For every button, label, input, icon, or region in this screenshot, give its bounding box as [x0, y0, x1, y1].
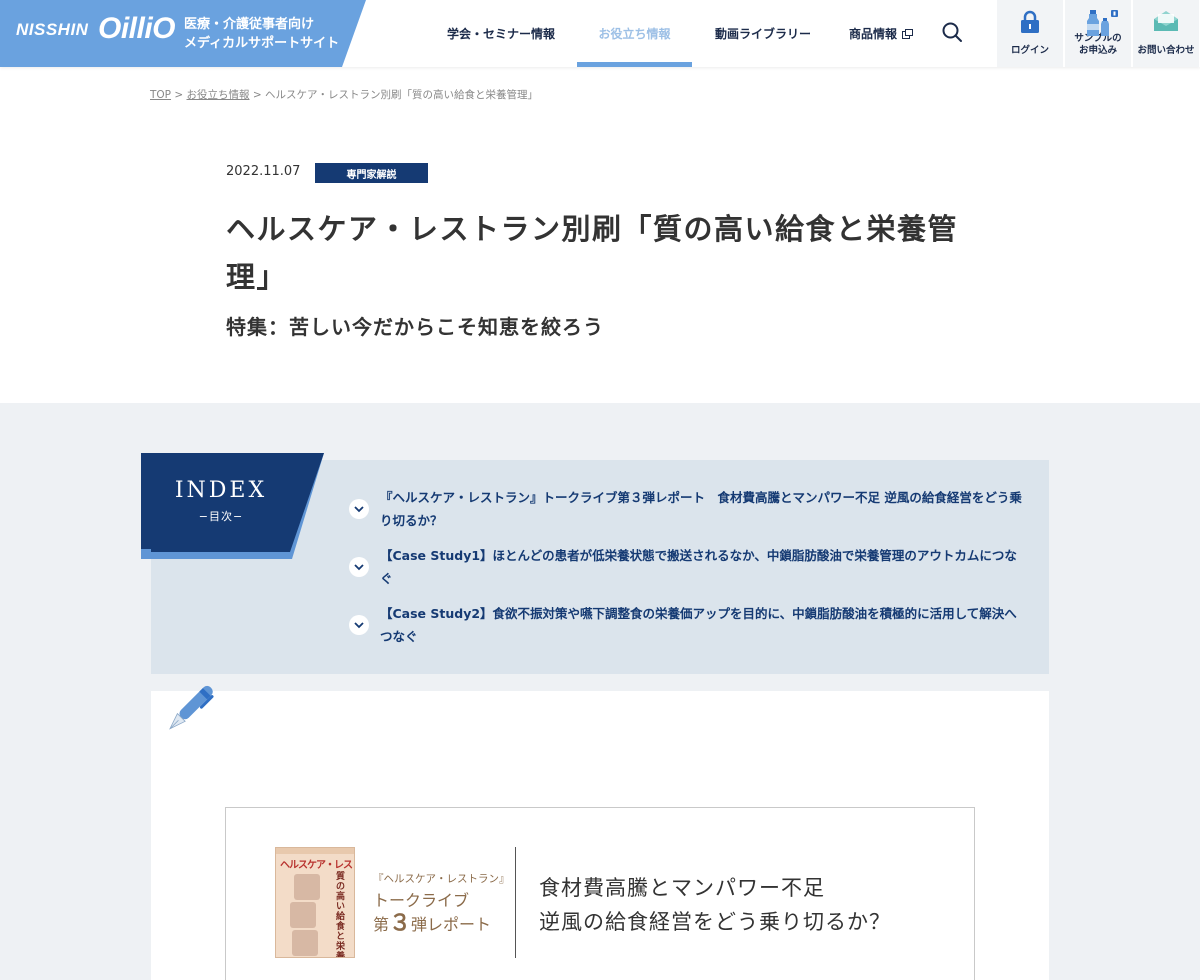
- pen-icon: [169, 685, 214, 730]
- lock-icon: [1021, 10, 1039, 33]
- feature-num-pre: 第: [373, 915, 390, 934]
- mail-icon: [1154, 11, 1178, 31]
- chevron-down-icon: [349, 499, 369, 519]
- logo-nisshin-text: NISSHIN: [16, 20, 89, 39]
- contact-label: お問い合わせ: [1137, 45, 1195, 56]
- sample-label-2: お申込み: [1078, 45, 1117, 56]
- index-item-label: 【Case Study1】ほとんどの患者が低栄養状態で搬送されるなか、中鎖脂肪酸…: [380, 548, 1017, 586]
- breadcrumb-current: ヘルスケア・レストラン別刷「質の高い給食と栄養管理」: [264, 89, 538, 101]
- feature-series-label: 『ヘルスケア・レストラン』: [373, 873, 510, 885]
- search-icon[interactable]: [940, 20, 964, 44]
- feature-talk-live-line1: トークライブ: [373, 891, 470, 910]
- article-date: 2022.11.07: [226, 164, 301, 179]
- breadcrumb-sep: >: [171, 89, 187, 101]
- magazine-vertical-title: 質の高い給食と栄養管理: [336, 872, 346, 958]
- feature-num-post: 弾レポート: [411, 915, 492, 934]
- nav-video-library[interactable]: 動画ライブラリー: [692, 0, 834, 67]
- page-title: ヘルスケア・レストラン別刷「質の高い給食と栄養管理」: [226, 212, 959, 294]
- index-item-label: 【Case Study2】食欲不振対策や嚥下調整食の栄養価アップを目的に、中鎖脂…: [380, 606, 1017, 644]
- magazine-title: ヘルスケア・レストラン: [280, 860, 354, 871]
- magazine-photo: [292, 930, 318, 956]
- contact-button[interactable]: お問い合わせ: [1133, 0, 1199, 67]
- nav-products[interactable]: 商品情報: [834, 0, 928, 67]
- page-subtitle: 特集：苦しい今だからこそ知恵を絞ろう: [226, 315, 604, 339]
- sample-request-button[interactable]: サンプルの お申込み: [1065, 0, 1131, 67]
- breadcrumb: TOP > お役立ち情報 > ヘルスケア・レストラン別刷「質の高い給食と栄養管理…: [150, 87, 538, 102]
- breadcrumb-sep: >: [249, 89, 265, 101]
- chevron-down-icon: [349, 557, 369, 577]
- site-header: NISSHIN OilliO 医療・介護従事者向け メディカルサポートサイト 学…: [0, 0, 1200, 67]
- main-nav: 学会・セミナー情報 お役立ち情報 動画ライブラリー 商品情報: [425, 0, 928, 67]
- index-item-label: 『ヘルスケア・レストラン』トークライブ第３弾レポート 食材費高騰とマンパワー不足…: [380, 490, 1022, 528]
- index-subtitle: −目次−: [198, 510, 244, 523]
- feature-talk-live: トークライブ 第３弾レポート: [373, 889, 491, 936]
- breadcrumb-top[interactable]: TOP: [150, 89, 171, 101]
- breadcrumb-parent[interactable]: お役立ち情報: [187, 89, 250, 101]
- external-link-icon: [902, 28, 913, 39]
- index-title: INDEX: [174, 478, 268, 503]
- tagline-line-2: メディカルサポートサイト: [184, 36, 340, 51]
- feature-headline: 食材費高騰とマンパワー不足 逆風の給食経営をどう乗り切るか？: [539, 871, 891, 939]
- feature-divider: [515, 847, 516, 958]
- magazine-photo: [290, 902, 316, 928]
- nav-useful-info[interactable]: お役立ち情報: [577, 0, 692, 67]
- login-button[interactable]: ログイン: [997, 0, 1063, 67]
- nav-seminar[interactable]: 学会・セミナー情報: [425, 0, 577, 67]
- feature-headline-line1: 食材費高騰とマンパワー不足: [539, 876, 825, 900]
- magazine-photo: [294, 874, 320, 900]
- index-item[interactable]: 【Case Study1】ほとんどの患者が低栄養状態で搬送されるなか、中鎖脂肪酸…: [349, 544, 1029, 590]
- site-logo[interactable]: NISSHIN OilliO 医療・介護従事者向け メディカルサポートサイト: [0, 0, 366, 67]
- index-item[interactable]: 『ヘルスケア・レストラン』トークライブ第３弾レポート 食材費高騰とマンパワー不足…: [349, 486, 1029, 532]
- feature-headline-line2: 逆風の給食経営をどう乗り切るか？: [539, 910, 891, 934]
- logo-tagline: 医療・介護従事者向け メディカルサポートサイト: [184, 15, 339, 53]
- feature-num: ３: [389, 911, 412, 936]
- bottles-icon: [1087, 10, 1118, 36]
- nav-products-label: 商品情報: [848, 27, 897, 41]
- index-item[interactable]: 【Case Study2】食欲不振対策や嚥下調整食の栄養価アップを目的に、中鎖脂…: [349, 602, 1029, 648]
- magazine-cover-image: ヘルスケア・レストラン 質の高い給食と栄養管理: [275, 847, 355, 958]
- category-badge[interactable]: 専門家解説: [315, 163, 428, 183]
- logo-oillio-text: OilliO: [98, 12, 176, 45]
- index-list: 『ヘルスケア・レストラン』トークライブ第３弾レポート 食材費高騰とマンパワー不足…: [349, 486, 1029, 660]
- login-label: ログイン: [1010, 45, 1049, 56]
- feature-talk-live-line2: 第３弾レポート: [373, 912, 491, 936]
- tagline-line-1: 医療・介護従事者向け: [184, 17, 315, 32]
- chevron-down-icon: [349, 615, 369, 635]
